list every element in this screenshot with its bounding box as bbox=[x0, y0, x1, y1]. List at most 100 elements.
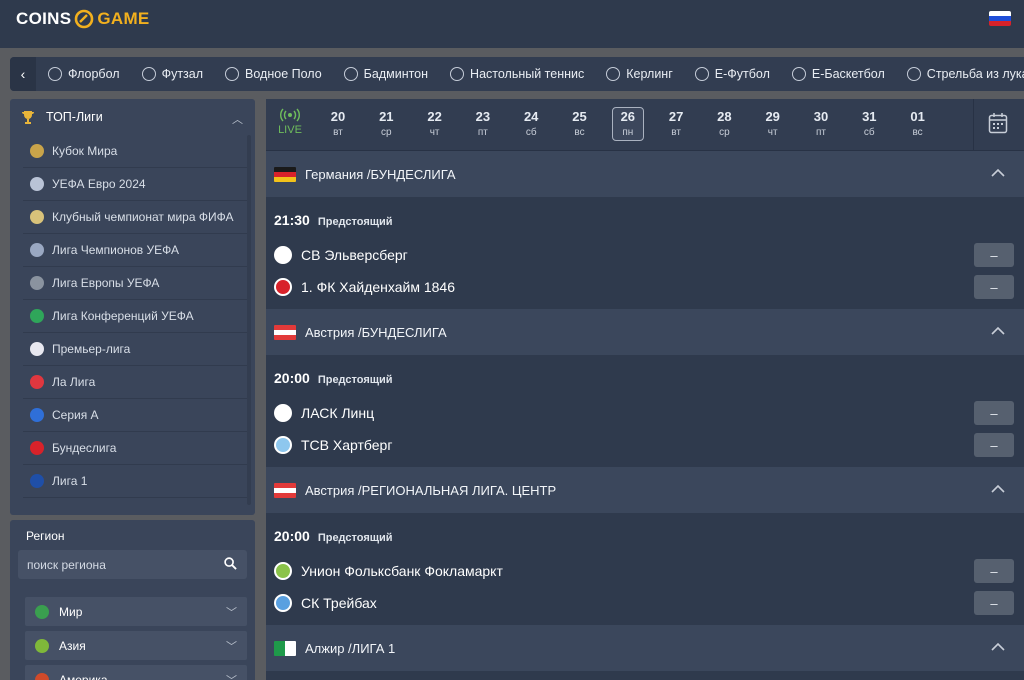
chevron-down-icon[interactable]: ﹀ bbox=[226, 672, 237, 680]
region-title: Регион bbox=[26, 529, 65, 543]
league-label: Премьер-лига bbox=[52, 342, 131, 356]
odd-button[interactable]: – bbox=[974, 243, 1014, 267]
sport-tab-6[interactable]: Е-Футбол bbox=[694, 67, 770, 81]
date-weekday: ср bbox=[719, 127, 730, 138]
team-row[interactable]: ЛАСК Линц bbox=[274, 403, 374, 423]
sport-tab-7[interactable]: Е-Баскетбол bbox=[791, 67, 885, 81]
top-leagues-header[interactable]: ТОП-Лиги ︿ bbox=[10, 99, 255, 135]
sports-nav: ‹ Флорбол Футзал Водное Поло Бадминтон Насто… bbox=[10, 57, 1024, 91]
league-item[interactable]: Ла Лига bbox=[23, 366, 247, 399]
date-tab[interactable]: 24 сб bbox=[515, 109, 547, 141]
league-item[interactable]: Лига 1 bbox=[23, 465, 247, 498]
live-tab[interactable]: LIVE bbox=[276, 108, 304, 136]
team-row[interactable]: 1. ФК Хайденхайм 1846 bbox=[274, 277, 455, 297]
futsal-icon bbox=[141, 67, 156, 81]
league-logo-icon bbox=[30, 210, 44, 224]
date-day: 30 bbox=[813, 109, 829, 124]
odd-button[interactable]: – bbox=[974, 433, 1014, 457]
odd-button[interactable]: – bbox=[974, 401, 1014, 425]
chevron-up-icon[interactable] bbox=[990, 481, 1006, 497]
sport-tab-label: Настольный теннис bbox=[470, 67, 585, 81]
team-row[interactable]: ТСВ Хартберг bbox=[274, 435, 392, 455]
odd-button[interactable]: – bbox=[974, 559, 1014, 583]
team-row[interactable]: СК Трейбах bbox=[274, 593, 377, 613]
date-tab[interactable]: 30 пт bbox=[805, 109, 837, 141]
nav-back-button[interactable]: ‹ bbox=[10, 57, 36, 91]
league-group-header[interactable]: Алжир /ЛИГА 1 bbox=[266, 625, 1024, 671]
top-leagues-panel: ТОП-Лиги ︿ Кубок Мира УЕФА Евро 2024 Клубн… bbox=[10, 99, 255, 515]
league-group-header[interactable]: Австрия /РЕГИОНАЛЬНАЯ ЛИГА. ЦЕНТР bbox=[266, 467, 1024, 513]
team-row[interactable]: СВ Эльверсберг bbox=[274, 245, 408, 265]
date-tab[interactable]: 28 ср bbox=[708, 109, 740, 141]
region-search-placeholder: поиск региона bbox=[27, 558, 106, 572]
sport-tab-label: Водное Поло bbox=[245, 67, 322, 81]
sport-tab-0[interactable]: Флорбол bbox=[48, 67, 120, 81]
league-item[interactable]: Лига Европы УЕФА bbox=[23, 267, 247, 300]
sport-tab-3[interactable]: Бадминтон bbox=[343, 67, 428, 81]
league-group-header[interactable]: Германия /БУНДЕСЛИГА bbox=[266, 151, 1024, 197]
date-day: 22 bbox=[427, 109, 442, 124]
date-weekday: ср bbox=[381, 127, 392, 138]
sport-tab-5[interactable]: Керлинг bbox=[606, 67, 673, 81]
league-logo-icon bbox=[30, 408, 44, 422]
sport-tab-label: Стрельба из лука bbox=[926, 67, 1024, 81]
league-item[interactable]: Премьер-лига bbox=[23, 333, 247, 366]
chevron-up-icon[interactable]: ︿ bbox=[232, 111, 243, 127]
date-day: 23 bbox=[475, 109, 491, 124]
country-flag-icon bbox=[274, 640, 296, 656]
league-item[interactable]: Клубный чемпионат мира ФИФА bbox=[23, 201, 247, 234]
brand-logo[interactable]: COINS GAME bbox=[16, 9, 150, 29]
chevron-up-icon[interactable] bbox=[990, 639, 1006, 655]
region-search-input[interactable]: поиск региона bbox=[18, 550, 247, 579]
date-tab[interactable]: 27 вт bbox=[660, 109, 692, 141]
league-group-title: Австрия /БУНДЕСЛИГА bbox=[305, 324, 447, 340]
sport-tab-2[interactable]: Водное Поло bbox=[225, 67, 322, 81]
date-tab[interactable]: 25 вс bbox=[564, 109, 596, 141]
league-item[interactable]: УЕФА Евро 2024 bbox=[23, 168, 247, 201]
region-item[interactable]: Америка ﹀ bbox=[25, 665, 247, 680]
chevron-up-icon[interactable] bbox=[990, 323, 1006, 339]
sport-tab-4[interactable]: Настольный теннис bbox=[450, 67, 584, 81]
region-item[interactable]: Мир ﹀ bbox=[25, 597, 247, 626]
league-item[interactable]: Кубок Мира bbox=[23, 135, 247, 168]
league-label: Ла Лига bbox=[52, 375, 96, 389]
date-tab[interactable]: 26 пн bbox=[611, 107, 644, 141]
chevron-down-icon[interactable]: ﹀ bbox=[226, 638, 237, 654]
region-item[interactable]: Азия ﹀ bbox=[25, 631, 247, 660]
sport-tab-1[interactable]: Футзал bbox=[141, 67, 203, 81]
league-group-title: Германия /БУНДЕСЛИГА bbox=[305, 166, 456, 182]
odd-button[interactable]: – bbox=[974, 275, 1014, 299]
league-item[interactable]: Бундеслига bbox=[23, 432, 247, 465]
team-row[interactable]: Унион Фольксбанк Фокламаркт bbox=[274, 561, 503, 581]
date-tab[interactable]: 23 пт bbox=[467, 109, 499, 141]
league-label: Лига 1 bbox=[52, 474, 88, 488]
date-tab[interactable]: 29 чт bbox=[757, 109, 789, 141]
league-item[interactable]: Лига Чемпионов УЕФА bbox=[23, 234, 247, 267]
date-tab[interactable]: 21 ср bbox=[370, 109, 402, 141]
league-item[interactable]: Лига Конференций УЕФА bbox=[23, 300, 247, 333]
date-day: 31 bbox=[862, 109, 877, 124]
league-item[interactable]: Серия А bbox=[23, 399, 247, 432]
chevron-down-icon[interactable]: ﹀ bbox=[226, 604, 237, 620]
match-time: 20:00 bbox=[274, 528, 310, 544]
match-time: 20:00 bbox=[274, 370, 310, 386]
odd-button[interactable]: – bbox=[974, 591, 1014, 615]
date-tab[interactable]: 22 чт bbox=[419, 109, 451, 141]
league-group-header[interactable]: Австрия /БУНДЕСЛИГА bbox=[266, 309, 1024, 355]
calendar-icon[interactable] bbox=[988, 112, 1008, 134]
team-crest-icon bbox=[274, 436, 292, 454]
date-tab[interactable]: 31 сб bbox=[853, 109, 885, 141]
team-crest-icon bbox=[274, 562, 292, 580]
team-name: Унион Фольксбанк Фокламаркт bbox=[301, 563, 503, 579]
language-flag-icon[interactable] bbox=[989, 11, 1011, 26]
date-day: 25 bbox=[572, 109, 587, 124]
leagues-scrollbar[interactable] bbox=[247, 135, 251, 505]
search-icon[interactable] bbox=[224, 557, 237, 570]
chevron-up-icon[interactable] bbox=[990, 165, 1006, 181]
sport-tab-8[interactable]: Стрельба из лука bbox=[906, 67, 1024, 81]
team-crest-icon bbox=[274, 278, 292, 296]
badminton-icon bbox=[343, 67, 358, 81]
date-weekday: вт bbox=[333, 127, 343, 138]
date-tab[interactable]: 01 вс bbox=[902, 109, 934, 141]
date-tab[interactable]: 20 вт bbox=[322, 109, 354, 141]
